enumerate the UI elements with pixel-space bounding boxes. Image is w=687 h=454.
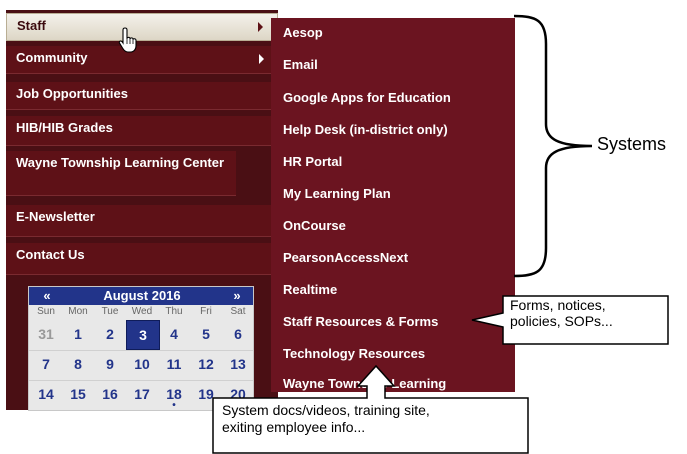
calendar-day[interactable]: 31 [30, 320, 62, 348]
calendar-next-button[interactable]: » [229, 288, 245, 303]
sysdocs-callout-text: System docs/videos, training site, exiti… [222, 402, 430, 436]
menu-item-job-opportunities[interactable]: Job Opportunities [6, 82, 278, 110]
weekday-label: Mon [68, 306, 88, 317]
menu-item-staff[interactable]: Staff [6, 13, 278, 41]
calendar-day[interactable]: 17 [126, 380, 158, 408]
weekday-label: Thu [165, 306, 183, 317]
sysdocs-callout-line: exiting employee info... [222, 419, 366, 435]
calendar-day[interactable]: 16 [94, 380, 126, 408]
submenu-item-my-learning-plan[interactable]: My Learning Plan [283, 186, 391, 201]
calendar-day[interactable]: 14 [30, 380, 62, 408]
menu-item-label: HIB/HIB Grades [16, 120, 113, 135]
calendar-day[interactable]: 1 [62, 320, 94, 348]
calendar-day[interactable]: 11 [158, 350, 190, 378]
calendar-day[interactable]: 5 [190, 320, 222, 348]
submenu-item-staff-resources[interactable]: Staff Resources & Forms [283, 314, 438, 329]
weekday-label: Sat [230, 306, 246, 317]
menu-item-label: Community [16, 50, 88, 65]
submenu-item-hr-portal[interactable]: HR Portal [283, 154, 342, 169]
submenu-item-aesop[interactable]: Aesop [283, 25, 323, 40]
calendar-day[interactable]: 6 [222, 320, 253, 348]
chevron-right-icon [258, 22, 263, 32]
calendar-day[interactable]: 18 [158, 380, 190, 410]
weekday-label: Wed [131, 306, 153, 317]
menu-item-e-newsletter[interactable]: E-Newsletter [6, 205, 278, 237]
calendar-day[interactable]: 9 [94, 350, 126, 378]
menu-item-wayne-learning-center[interactable]: Wayne Township Learning Center [6, 151, 236, 196]
calendar-day[interactable]: 7 [30, 350, 62, 378]
menu-item-contact-us[interactable]: Contact Us [6, 243, 278, 275]
menu-item-label: Wayne Township Learning Center [16, 155, 225, 170]
calendar-month-title: August 2016 [103, 288, 181, 303]
menu-item-label: Contact Us [16, 247, 85, 262]
calendar-day[interactable]: 15 [62, 380, 94, 408]
hand-pointer-cursor-icon [118, 27, 137, 53]
chevron-right-icon [259, 54, 264, 64]
weekday-label: Sun [37, 306, 55, 317]
forms-callout-text: Forms, notices, policies, SOPs... [510, 297, 613, 329]
submenu-item-help-desk[interactable]: Help Desk (in-district only) [283, 122, 448, 137]
weekday-label: Tue [101, 306, 119, 317]
calendar-day[interactable]: 3 [126, 320, 160, 350]
forms-callout-line: Forms, notices, [510, 297, 606, 313]
submenu-item-pearsonaccessnext[interactable]: PearsonAccessNext [283, 250, 408, 265]
calendar-day[interactable]: 8 [62, 350, 94, 378]
systems-annotation-label: Systems [597, 134, 667, 154]
menu-item-label: Staff [17, 18, 46, 33]
calendar-day[interactable]: 4 [158, 320, 190, 348]
calendar-day[interactable]: 10 [126, 350, 158, 378]
weekday-label: Fri [200, 306, 212, 317]
calendar-day[interactable]: 2 [94, 320, 126, 348]
menu-item-community[interactable]: Community [6, 46, 278, 74]
sysdocs-callout-line: System docs/videos, training site, [222, 402, 430, 418]
systems-brace [513, 14, 593, 278]
calendar-header: « August 2016 » [29, 287, 253, 305]
submenu-item-realtime[interactable]: Realtime [283, 282, 337, 297]
menu-item-label: E-Newsletter [16, 209, 95, 224]
menu-item-hib-grades[interactable]: HIB/HIB Grades [6, 116, 278, 146]
forms-callout-line: policies, SOPs... [510, 313, 613, 329]
submenu-item-technology-resources[interactable]: Technology Resources [283, 346, 425, 361]
submenu-item-email[interactable]: Email [283, 57, 318, 72]
submenu-item-oncourse[interactable]: OnCourse [283, 218, 346, 233]
menu-item-label: Job Opportunities [16, 86, 128, 101]
submenu-item-google-apps[interactable]: Google Apps for Education [283, 90, 451, 105]
